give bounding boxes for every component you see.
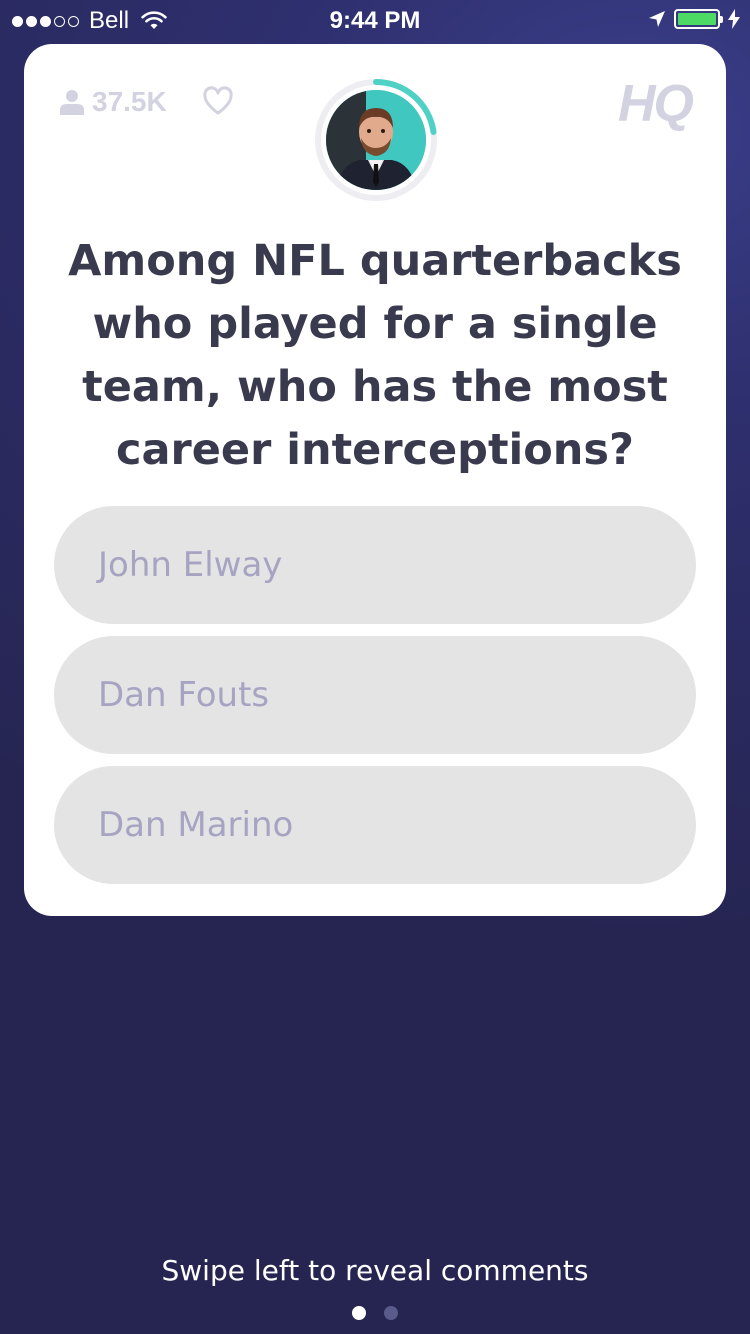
answer-option-3[interactable]: Dan Marino xyxy=(54,766,696,884)
question-card: 37.5K HQ Among NFL quarterbacks who play… xyxy=(24,44,726,916)
answer-option-2[interactable]: Dan Fouts xyxy=(54,636,696,754)
swipe-hint: Swipe left to reveal comments xyxy=(161,1254,589,1287)
host-video xyxy=(314,78,438,202)
answer-label: Dan Fouts xyxy=(98,675,270,715)
page-dot-active[interactable] xyxy=(352,1306,366,1320)
page-indicator[interactable] xyxy=(0,1306,750,1320)
answer-label: Dan Marino xyxy=(98,805,294,845)
status-right xyxy=(648,9,740,29)
answer-option-1[interactable]: John Elway xyxy=(54,506,696,624)
battery-level xyxy=(678,13,716,25)
charging-bolt-icon xyxy=(728,9,740,29)
status-time: 9:44 PM xyxy=(329,7,421,34)
hq-logo: HQ xyxy=(618,75,694,133)
viewer-count-label: 37.5K xyxy=(92,86,167,117)
battery-icon xyxy=(674,9,723,29)
answer-label: John Elway xyxy=(98,545,283,585)
person-icon xyxy=(60,90,84,115)
heart-icon[interactable] xyxy=(202,86,234,116)
viewer-count: 37.5K xyxy=(60,86,167,118)
host-avatar xyxy=(326,90,426,190)
location-arrow-icon xyxy=(649,11,665,27)
status-bar: Bell 9:44 PM xyxy=(0,0,750,40)
page-dot[interactable] xyxy=(384,1306,398,1320)
question-text: Among NFL quarterbacks who played for a … xyxy=(68,236,682,475)
